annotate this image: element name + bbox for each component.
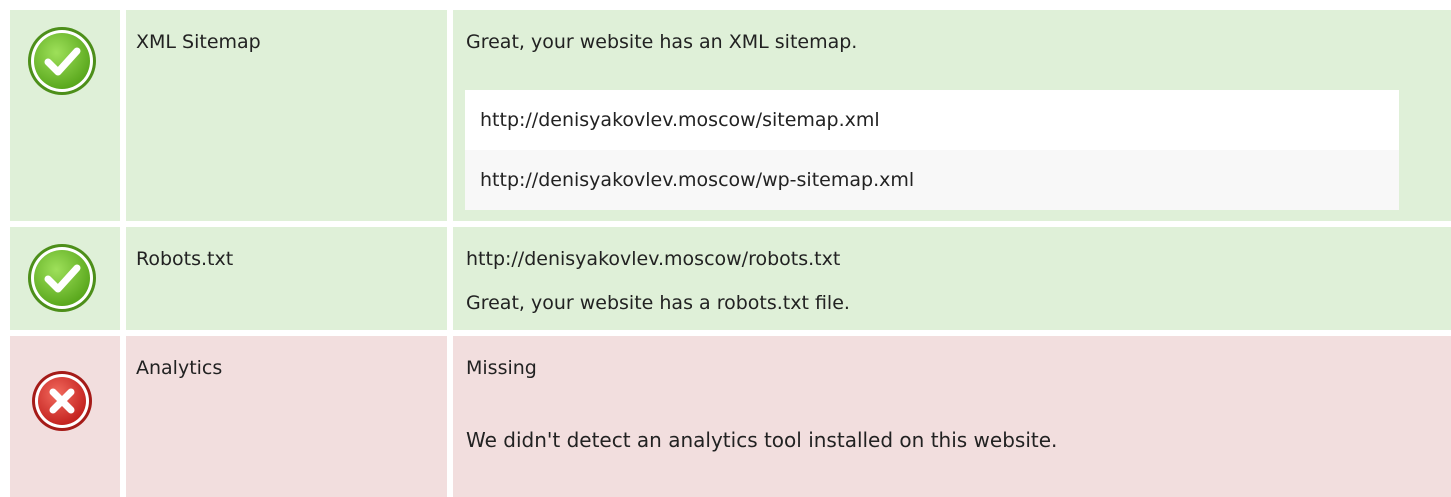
list-item: http://denisyakovlev.moscow/wp-sitemap.x…: [465, 150, 1399, 210]
check-circle-icon: [28, 27, 96, 95]
result-cell-robots: http://denisyakovlev.moscow/robots.txt G…: [453, 227, 1451, 330]
seo-check-table: XML Sitemap Great, your website has an X…: [0, 0, 1451, 497]
result-message: Great, your website has a robots.txt fil…: [466, 292, 850, 314]
name-cell-analytics: Analytics: [126, 336, 447, 497]
result-cell-xml-sitemap: Great, your website has an XML sitemap. …: [453, 10, 1451, 221]
result-cell-analytics: Missing We didn't detect an analytics to…: [453, 336, 1451, 497]
result-message: We didn't detect an analytics tool insta…: [466, 428, 1058, 452]
sitemap-url-list: http://denisyakovlev.moscow/sitemap.xml …: [465, 90, 1399, 210]
check-name: Robots.txt: [136, 248, 234, 270]
robots-url: http://denisyakovlev.moscow/robots.txt: [466, 248, 841, 270]
status-cell-xml-sitemap: [10, 10, 120, 221]
check-name: Analytics: [136, 357, 223, 379]
check-circle-icon: [28, 244, 96, 312]
result-message: Great, your website has an XML sitemap.: [466, 31, 858, 53]
list-item: http://denisyakovlev.moscow/sitemap.xml: [465, 90, 1399, 150]
check-name: XML Sitemap: [136, 31, 261, 53]
result-status: Missing: [466, 357, 537, 379]
x-circle-icon: [32, 371, 92, 431]
status-cell-analytics: [10, 336, 120, 497]
name-cell-robots: Robots.txt: [126, 227, 447, 330]
name-cell-xml-sitemap: XML Sitemap: [126, 10, 447, 221]
status-cell-robots: [10, 227, 120, 330]
